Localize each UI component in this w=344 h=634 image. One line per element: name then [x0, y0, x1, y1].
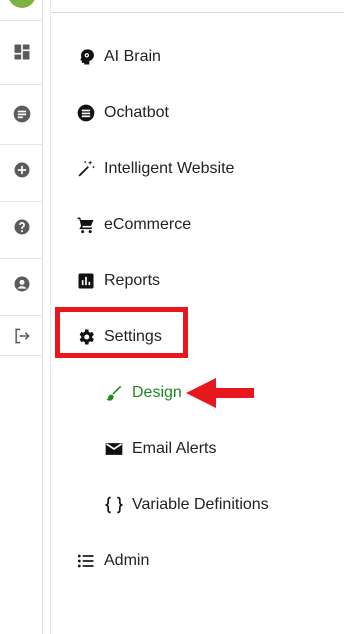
help-icon — [12, 217, 32, 242]
menu-item-variable-definitions[interactable]: Variable Definitions — [104, 485, 269, 525]
rail-add-button[interactable] — [0, 144, 43, 200]
brush-icon — [104, 383, 124, 403]
menu-item-email-alerts[interactable]: Email Alerts — [104, 429, 216, 469]
menu-item-admin[interactable]: Admin — [76, 541, 149, 581]
menu-item-label: Reports — [104, 272, 161, 289]
logo[interactable] — [8, 0, 36, 8]
brain-icon — [76, 47, 96, 67]
rail-account-button[interactable] — [0, 258, 43, 314]
rail-help-button[interactable] — [0, 201, 43, 257]
cart-icon — [76, 215, 96, 235]
panel-top-divider — [51, 12, 344, 13]
menu-item-reports[interactable]: Reports — [76, 261, 160, 301]
rail-logout-button[interactable] — [0, 310, 43, 366]
menu-item-label: Intelligent Website — [104, 160, 235, 177]
divider — [0, 84, 43, 85]
divider — [0, 355, 43, 356]
dashboard-icon — [12, 42, 32, 67]
menu-item-intelligent-website[interactable]: Intelligent Website — [76, 149, 234, 189]
menu-item-label: Design — [132, 384, 182, 401]
divider — [0, 20, 43, 21]
gear-icon — [76, 327, 96, 347]
envelope-icon — [104, 439, 124, 459]
menu-item-label: eCommerce — [104, 216, 192, 233]
menu-item-design[interactable]: Design — [104, 373, 182, 413]
add-circle-icon — [12, 160, 32, 185]
menu-item-label: AI Brain — [104, 48, 161, 65]
rail-dashboard-button[interactable] — [0, 26, 43, 82]
curly-braces-icon — [104, 495, 124, 515]
red-arrow-icon — [186, 378, 254, 408]
bar-chart-icon — [76, 271, 96, 291]
logout-icon — [12, 326, 32, 351]
menu-item-label: Email Alerts — [132, 440, 217, 457]
menu-item-label: Settings — [104, 328, 162, 345]
menu-item-label: Variable Definitions — [132, 496, 269, 513]
menu-item-ochatbot[interactable]: Ochatbot — [76, 93, 169, 133]
menu-item-ai-brain[interactable]: AI Brain — [76, 37, 161, 77]
magic-wand-icon — [76, 159, 96, 179]
chat-icon — [12, 104, 32, 129]
icon-rail — [0, 0, 43, 634]
list-icon — [76, 551, 96, 571]
menu-item-settings[interactable]: Settings — [76, 317, 162, 357]
panel-border — [50, 0, 51, 634]
menu-item-label: Ochatbot — [104, 104, 169, 121]
chatbot-icon — [76, 103, 96, 123]
app-window: AI Brain Ochatbot Intelligent Website eC… — [0, 0, 344, 634]
rail-chat-button[interactable] — [0, 88, 43, 144]
menu-item-label: Admin — [104, 552, 150, 569]
menu-item-ecommerce[interactable]: eCommerce — [76, 205, 191, 245]
account-icon — [12, 274, 32, 299]
